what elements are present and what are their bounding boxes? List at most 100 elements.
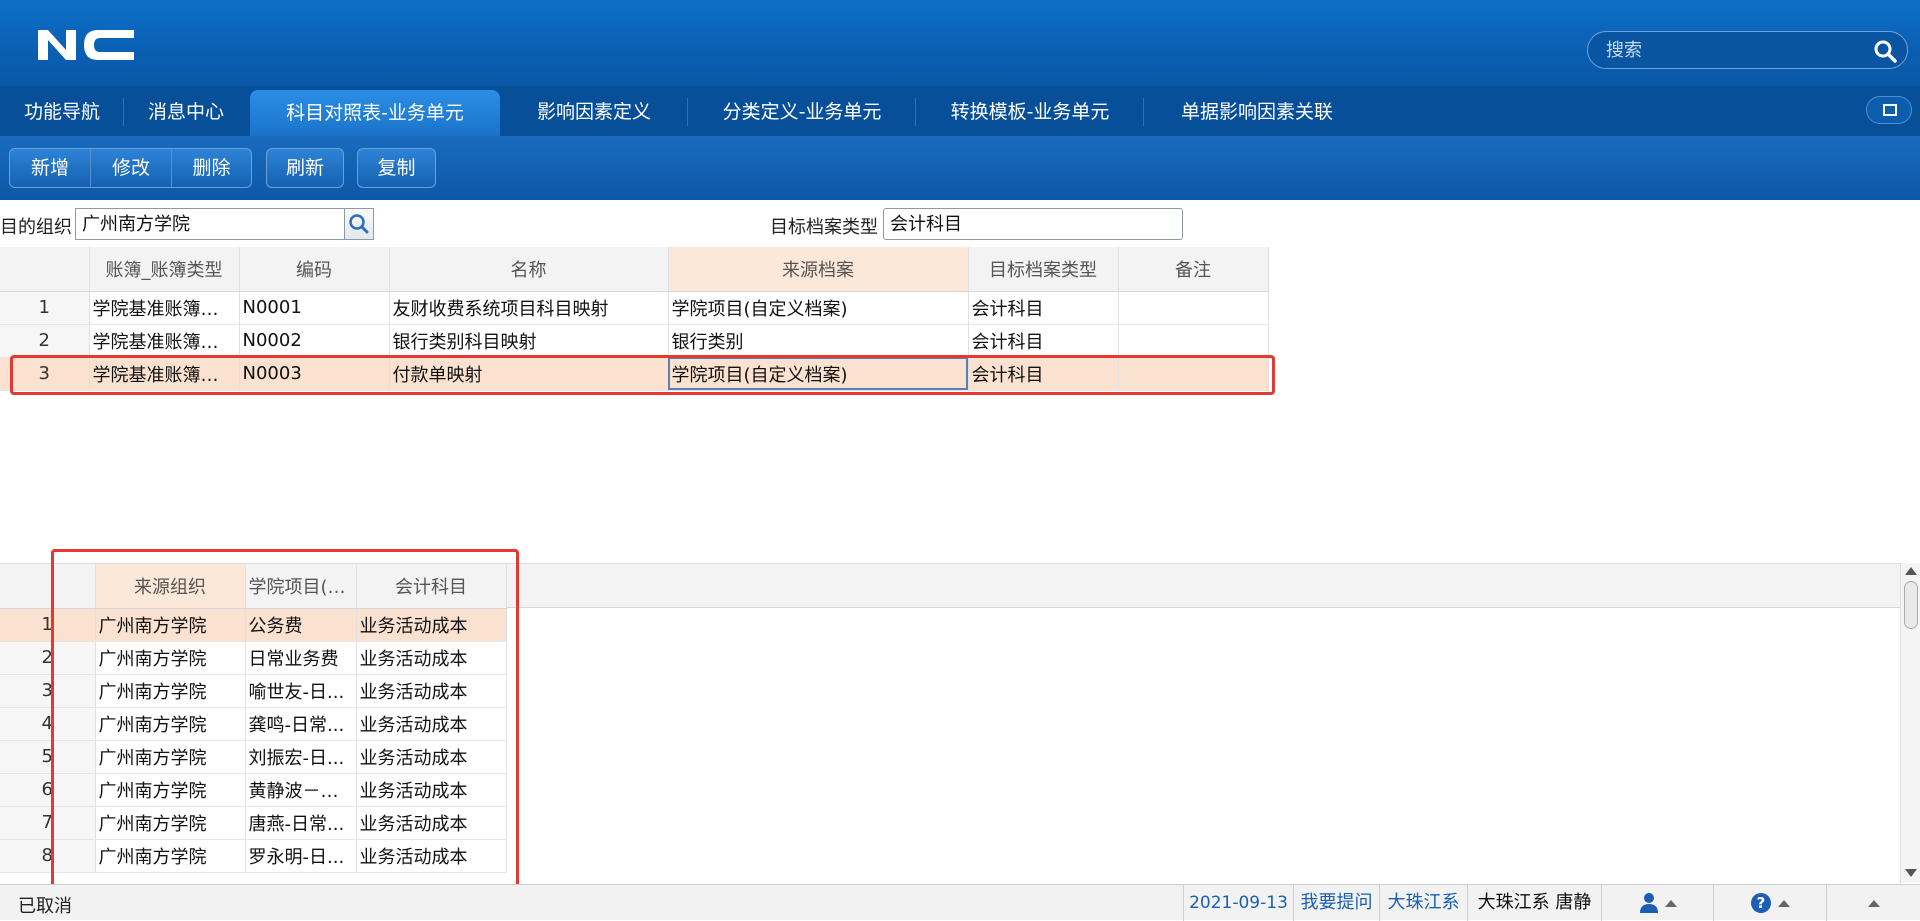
cell-source-archive[interactable]: 银行类别 [668,324,969,358]
maximize-button[interactable] [1866,96,1912,124]
header-source-archive[interactable]: 来源档案 [668,247,969,292]
cell-target-type[interactable]: 会计科目 [968,291,1119,325]
copy-button[interactable]: 复制 [358,149,435,187]
scroll-up-icon[interactable] [1905,567,1917,575]
cell-code[interactable]: N0002 [239,324,390,358]
expand-panel-button[interactable] [1826,885,1920,921]
cell-account[interactable]: 业务活动成本 [356,608,507,642]
detail-row[interactable]: 5 广州南方学院 刘振宏-日... 业务活动成本 [0,740,507,774]
tab-function-nav[interactable]: 功能导航 [0,86,124,136]
chevron-up-icon [1664,899,1677,907]
cell-source-archive[interactable]: 学院项目(自定义档案) [668,291,969,325]
cell-college-project[interactable]: 刘振宏-日... [245,740,357,774]
tab-message-center[interactable]: 消息中心 [124,86,248,136]
header-row-number [0,564,96,609]
detail-row[interactable]: 7 广州南方学院 唐燕-日常... 业务活动成本 [0,806,507,840]
target-type-input[interactable] [890,212,1159,233]
header-note[interactable]: 备注 [1118,247,1269,292]
detail-row[interactable]: 3 广州南方学院 喻世友-日... 业务活动成本 [0,674,507,708]
cell-college-project[interactable]: 喻世友-日... [245,674,357,708]
cell-note[interactable] [1118,357,1269,391]
cell-code[interactable]: N0003 [239,357,390,391]
header-source-org[interactable]: 来源组织 [95,564,246,609]
user-menu[interactable] [1601,885,1713,921]
target-org-field[interactable] [75,208,345,240]
window-maximize-icon [1883,104,1897,116]
cell-account[interactable]: 业务活动成本 [356,740,507,774]
tab-subject-mapping[interactable]: 科目对照表-业务单元 [250,90,500,136]
row-number: 6 [0,773,96,807]
status-message: 已取消 [18,896,72,917]
cell-college-project[interactable]: 黄静波－日... [245,773,357,807]
cell-source-org[interactable]: 广州南方学院 [95,806,246,840]
cell-target-type[interactable]: 会计科目 [968,357,1119,391]
cell-source-org[interactable]: 广州南方学院 [95,674,246,708]
header-row-number [0,247,90,292]
detail-row-selected[interactable]: 1 广州南方学院 公务费 业务活动成本 [0,608,507,642]
cell-book-type[interactable]: 学院基准账簿类... [89,357,240,391]
detail-row[interactable]: 8 广州南方学院 罗永明-日... 业务活动成本 [0,839,507,873]
add-button[interactable]: 新增 [10,149,91,187]
cell-note[interactable] [1118,324,1269,358]
row-number: 4 [0,707,96,741]
tab-conversion-template[interactable]: 转换模板-业务单元 [916,86,1144,136]
cell-source-archive[interactable]: 学院项目(自定义档案) [668,357,969,391]
cell-account[interactable]: 业务活动成本 [356,773,507,807]
cell-source-org[interactable]: 广州南方学院 [95,608,246,642]
table-row[interactable]: 2 学院基准账簿类... N0002 银行类别科目映射 银行类别 会计科目 [0,324,1269,358]
help-menu[interactable]: ? [1713,885,1826,921]
header-book-type[interactable]: 账簿_账簿类型 [89,247,240,292]
cell-college-project[interactable]: 公务费 [245,608,357,642]
cell-college-project[interactable]: 罗永明-日... [245,839,357,873]
cell-source-org[interactable]: 广州南方学院 [95,707,246,741]
cell-account[interactable]: 业务活动成本 [356,707,507,741]
header-code[interactable]: 编码 [239,247,390,292]
detail-row[interactable]: 6 广州南方学院 黄静波－日... 业务活动成本 [0,773,507,807]
refresh-button[interactable]: 刷新 [267,149,343,187]
org-link[interactable]: 大珠江系 [1379,885,1467,921]
tab-category-definition[interactable]: 分类定义-业务单元 [688,86,916,136]
cell-account[interactable]: 业务活动成本 [356,674,507,708]
cell-source-org[interactable]: 广州南方学院 [95,641,246,675]
cell-name[interactable]: 付款单映射 [389,357,669,391]
cell-account[interactable]: 业务活动成本 [356,806,507,840]
cell-account[interactable]: 业务活动成本 [356,839,507,873]
cell-target-type[interactable]: 会计科目 [968,324,1119,358]
table-row-selected[interactable]: 3 学院基准账簿类... N0003 付款单映射 学院项目(自定义档案) 会计科… [0,357,1269,391]
cell-name[interactable]: 银行类别科目映射 [389,324,669,358]
search-input[interactable] [1606,38,1856,62]
global-search[interactable] [1587,31,1908,69]
header-target-type[interactable]: 目标档案类型 [968,247,1119,292]
tab-factor-definition[interactable]: 影响因素定义 [500,86,688,136]
cell-code[interactable]: N0001 [239,291,390,325]
scroll-thumb[interactable] [1904,581,1918,629]
cell-college-project[interactable]: 日常业务费 [245,641,357,675]
target-type-field[interactable] [883,208,1183,240]
header-college-project[interactable]: 学院项目(自... [245,564,357,609]
delete-button[interactable]: 删除 [172,149,251,187]
cell-note[interactable] [1118,291,1269,325]
cell-book-type[interactable]: 学院基准账簿类... [89,324,240,358]
cell-source-org[interactable]: 广州南方学院 [95,773,246,807]
target-org-input[interactable] [82,212,324,233]
cell-account[interactable]: 业务活动成本 [356,641,507,675]
cell-name[interactable]: 友财收费系统项目科目映射 [389,291,669,325]
cell-college-project[interactable]: 唐燕-日常... [245,806,357,840]
cell-source-org[interactable]: 广州南方学院 [95,740,246,774]
table-row[interactable]: 1 学院基准账簿类... N0001 友财收费系统项目科目映射 学院项目(自定义… [0,291,1269,325]
header-account[interactable]: 会计科目 [356,564,507,609]
detail-row[interactable]: 2 广州南方学院 日常业务费 业务活动成本 [0,641,507,675]
search-icon[interactable] [1873,39,1897,63]
header-name[interactable]: 名称 [389,247,669,292]
ask-question-link[interactable]: 我要提问 [1293,885,1379,921]
row-number: 2 [0,324,90,358]
tab-document-factor-link[interactable]: 单据影响因素关联 [1144,86,1370,136]
edit-button[interactable]: 修改 [91,149,172,187]
cell-source-org[interactable]: 广州南方学院 [95,839,246,873]
detail-vertical-scrollbar[interactable] [1900,563,1920,883]
org-lookup-button[interactable] [344,208,374,240]
detail-row[interactable]: 4 广州南方学院 龚鸣-日常... 业务活动成本 [0,707,507,741]
cell-book-type[interactable]: 学院基准账簿类... [89,291,240,325]
scroll-down-icon[interactable] [1905,869,1917,877]
cell-college-project[interactable]: 龚鸣-日常... [245,707,357,741]
